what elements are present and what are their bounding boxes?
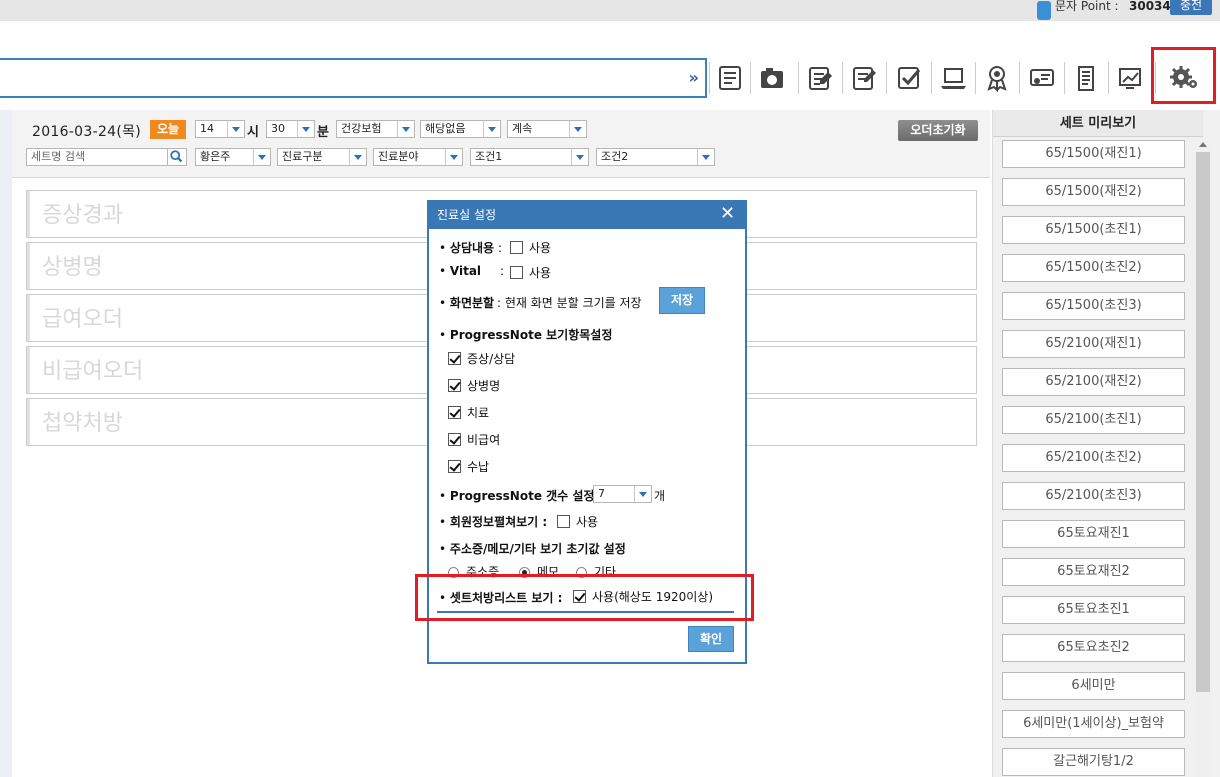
save-split-button[interactable]: 저장: [659, 287, 705, 314]
minute-unit: 분: [317, 125, 329, 140]
toolbar-badge-icon[interactable]: [979, 60, 1015, 96]
set-item[interactable]: 65/1500(초진2): [1002, 254, 1185, 282]
consult-row: • 상담내용 :: [439, 241, 502, 255]
toolbar-divider: [975, 62, 976, 94]
set-item[interactable]: 65/2100(초진3): [1002, 482, 1185, 510]
set-item[interactable]: 65/1500(재진1): [1002, 140, 1185, 168]
confirm-button[interactable]: 확인: [688, 626, 734, 652]
consult-use-checkbox[interactable]: [510, 241, 523, 254]
visit-date: 2016-03-24(목): [32, 124, 142, 140]
pn-items-row: • ProgressNote 보기항목설정: [439, 328, 613, 342]
pn-item-label: 치료: [467, 406, 490, 420]
toolbar-divider: [886, 62, 887, 94]
toolbar-checklist-icon[interactable]: [891, 60, 927, 96]
toolbar-divider: [931, 62, 932, 94]
set-item[interactable]: 65/1500(초진3): [1002, 292, 1185, 320]
set-item[interactable]: 65토요재진1: [1002, 520, 1185, 548]
order-reset-button[interactable]: 오더초기화: [898, 120, 978, 141]
set-item[interactable]: 65/2100(초진1): [1002, 406, 1185, 434]
vital-colon: :: [500, 264, 505, 278]
set-search-input[interactable]: 세트명 검색: [26, 148, 168, 166]
condition1-select[interactable]: 조건1: [470, 148, 589, 166]
pn-item-checkbox[interactable]: [448, 460, 461, 473]
pn-count-row: • ProgressNote 갯수 설정 :: [439, 489, 604, 503]
toolbar-stats-icon[interactable]: [1112, 60, 1148, 96]
hour-unit: 시: [247, 125, 259, 140]
vital-row: • Vital: [439, 264, 482, 278]
default-view-row: • 주소증/메모/기타 보기 초기값 설정: [439, 542, 626, 556]
close-icon[interactable]: ✕: [720, 203, 735, 224]
set-item[interactable]: 갈근해기탕1/2: [1002, 748, 1185, 776]
set-item[interactable]: 65/2100(재진1): [1002, 330, 1185, 358]
pn-item-label: 증상/상담: [467, 352, 516, 366]
charge-button[interactable]: 충전: [1170, 0, 1212, 15]
pn-count-select[interactable]: 7: [593, 485, 652, 503]
sms-point-label: 문자 Point :: [1055, 0, 1119, 13]
pn-item-label: 수납: [467, 460, 490, 474]
toolbar-divider: [1019, 62, 1020, 94]
pn-item-checkbox[interactable]: [448, 352, 461, 365]
set-item[interactable]: 65토요초진1: [1002, 596, 1185, 624]
hour-select[interactable]: 14: [195, 120, 245, 138]
doctor-select[interactable]: 황은주: [195, 148, 271, 166]
set-item[interactable]: 65/1500(초진1): [1002, 216, 1185, 244]
left-edge-strip: [0, 110, 12, 777]
toolbar-divider: [798, 62, 799, 94]
patient-search-bar[interactable]: »: [0, 58, 707, 98]
toolbar-memo-icon[interactable]: [712, 60, 748, 96]
set-item[interactable]: 65/2100(초진2): [1002, 444, 1185, 472]
split-desc: : 현재 화면 분할 크기를 저장: [497, 296, 642, 310]
set-item[interactable]: 65토요재진2: [1002, 558, 1185, 586]
toolbar-card-icon[interactable]: [1023, 60, 1059, 96]
member-row: • 회원정보펼쳐보기 :: [439, 515, 548, 529]
setlist-highlight-box: [415, 574, 754, 621]
visit-type-select[interactable]: 진료구분: [277, 148, 367, 166]
toolbar-divider: [842, 62, 843, 94]
set-preview-title: 세트 미리보기: [993, 110, 1203, 137]
top-status-bar: 문자 Point : 30034 충전: [0, 0, 1220, 21]
search-icon[interactable]: [167, 148, 187, 166]
set-preview-scrollbar[interactable]: [1195, 140, 1211, 777]
pn-item-checkbox[interactable]: [448, 379, 461, 392]
toolbar-divider: [750, 62, 751, 94]
set-item[interactable]: 65/2100(재진2): [1002, 368, 1185, 396]
applicable-select[interactable]: 해당없음: [420, 120, 501, 138]
split-row: • 화면분할: [439, 296, 495, 310]
pn-item-checkbox[interactable]: [448, 406, 461, 419]
toolbar-laptop-icon[interactable]: [935, 60, 971, 96]
toolbar-document-icon[interactable]: [1068, 60, 1104, 96]
expand-chevron-icon[interactable]: »: [689, 68, 699, 87]
continued-select[interactable]: 계속: [507, 120, 587, 138]
pn-item-label: 비급여: [467, 433, 501, 447]
minute-select[interactable]: 30: [266, 120, 315, 138]
insurance-select[interactable]: 건강보험: [336, 120, 415, 138]
set-item[interactable]: 65/1500(재진2): [1002, 178, 1185, 206]
field-select[interactable]: 진료분야: [373, 148, 463, 166]
pn-item-checkbox[interactable]: [448, 433, 461, 446]
toolbar-divider: [709, 62, 710, 94]
set-item[interactable]: 65토요초진2: [1002, 634, 1185, 662]
toolbar-chart-edit-icon[interactable]: [802, 60, 838, 96]
vital-use-checkbox[interactable]: [510, 266, 523, 279]
consult-use-label: 사용: [529, 241, 552, 255]
toolbar-note-edit-icon[interactable]: [846, 60, 882, 96]
pn-item-label: 상병명: [467, 379, 501, 393]
condition2-select[interactable]: 조건2: [596, 148, 715, 166]
member-use-checkbox[interactable]: [557, 515, 570, 528]
toolbar-divider: [1064, 62, 1065, 94]
toolbar-divider: [1108, 62, 1109, 94]
pn-count-unit: 개: [654, 489, 666, 503]
settings-highlight-box: [1151, 47, 1216, 104]
member-use-label: 사용: [576, 515, 599, 529]
vital-use-label: 사용: [529, 266, 552, 280]
set-item[interactable]: 6세미만: [1002, 672, 1185, 700]
dialog-title: 진료실 설정: [437, 208, 497, 222]
phone-icon: [1037, 1, 1051, 20]
today-button[interactable]: 오늘: [150, 120, 186, 139]
toolbar-camera-icon[interactable]: [754, 60, 790, 96]
set-item[interactable]: 6세미만(1세이상)_보험약: [1002, 710, 1185, 738]
sms-point-value: 30034: [1129, 0, 1171, 13]
